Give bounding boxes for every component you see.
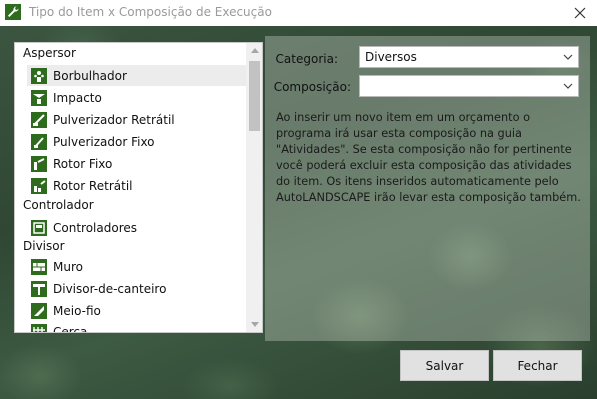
group-label-controlador: Controlador xyxy=(23,198,94,212)
list-item-pulverizador-fixo[interactable]: Pulverizador Fixo xyxy=(27,131,246,152)
list-item-rotor-retratil[interactable]: Rotor Retrátil xyxy=(27,175,246,196)
list-item-divisor-de-canteiro[interactable]: Divisor-de-canteiro xyxy=(27,278,246,299)
list-item-meio-fio[interactable]: Meio-fio xyxy=(27,300,246,321)
categoria-select[interactable]: Diversos xyxy=(359,46,579,68)
wrench-icon xyxy=(5,4,21,20)
description-text: Ao inserir um novo item em um orçamento … xyxy=(276,111,581,204)
curb-icon xyxy=(31,302,47,319)
title-bar: Tipo do Item x Composição de Execução xyxy=(0,0,597,26)
chevron-down-icon xyxy=(563,54,573,60)
fixed-rotor-icon xyxy=(31,155,47,172)
dialog-body: Aspersor Borbulhador Impacto Pulverizado… xyxy=(0,26,597,399)
window-title: Tipo do Item x Composição de Execução xyxy=(29,5,272,19)
list-item-pulverizador-retratil[interactable]: Pulverizador Retrátil xyxy=(27,109,246,130)
scroll-down-arrow-icon[interactable] xyxy=(246,317,262,332)
composicao-label: Composição: xyxy=(273,80,351,94)
list-item-borbulhador[interactable]: Borbulhador xyxy=(27,65,246,86)
list-scrollbar[interactable] xyxy=(246,43,262,332)
impact-sprinkler-icon xyxy=(31,89,47,106)
list-item-muro[interactable]: Muro xyxy=(27,256,246,277)
retractable-sprayer-icon xyxy=(31,111,47,128)
wall-icon xyxy=(31,258,47,275)
categoria-label: Categoria: xyxy=(275,52,338,66)
list-item-label: Divisor-de-canteiro xyxy=(53,281,167,296)
list-item-label: Pulverizador Fixo xyxy=(53,134,155,149)
save-button[interactable]: Salvar xyxy=(400,350,489,381)
list-item-label: Meio-fio xyxy=(53,303,101,318)
close-dialog-button[interactable]: Fechar xyxy=(493,350,582,381)
controller-icon xyxy=(31,219,47,236)
list-item-label: Borbulhador xyxy=(53,68,127,83)
list-item-label: Cerca xyxy=(53,324,88,333)
group-label-divisor: Divisor xyxy=(23,239,65,253)
group-label-aspersor: Aspersor xyxy=(23,46,76,60)
list-item-label: Muro xyxy=(53,259,83,274)
fence-icon xyxy=(31,323,47,332)
fixed-sprayer-icon xyxy=(31,133,47,150)
item-type-list[interactable]: Aspersor Borbulhador Impacto Pulverizado… xyxy=(14,42,263,333)
list-item-cerca[interactable]: Cerca xyxy=(27,321,246,333)
scroll-thumb[interactable] xyxy=(249,61,260,131)
list-item-controladores[interactable]: Controladores xyxy=(27,217,246,238)
close-button[interactable] xyxy=(565,0,595,26)
list-content: Aspersor Borbulhador Impacto Pulverizado… xyxy=(15,43,246,333)
list-item-label: Rotor Fixo xyxy=(53,156,113,171)
list-item-rotor-fixo[interactable]: Rotor Fixo xyxy=(27,153,246,174)
retractable-rotor-icon xyxy=(31,177,47,194)
close-icon xyxy=(574,7,586,19)
list-item-label: Pulverizador Retrátil xyxy=(53,112,175,127)
list-item-label: Controladores xyxy=(53,220,137,235)
chevron-down-icon xyxy=(563,83,573,89)
composicao-select[interactable] xyxy=(359,75,579,97)
list-item-label: Impacto xyxy=(53,90,102,105)
list-item-label: Rotor Retrátil xyxy=(53,178,133,193)
categoria-value: Diversos xyxy=(365,50,417,64)
bubbler-icon xyxy=(31,67,47,84)
list-item-impacto[interactable]: Impacto xyxy=(27,87,246,108)
bed-divider-icon xyxy=(31,280,47,297)
